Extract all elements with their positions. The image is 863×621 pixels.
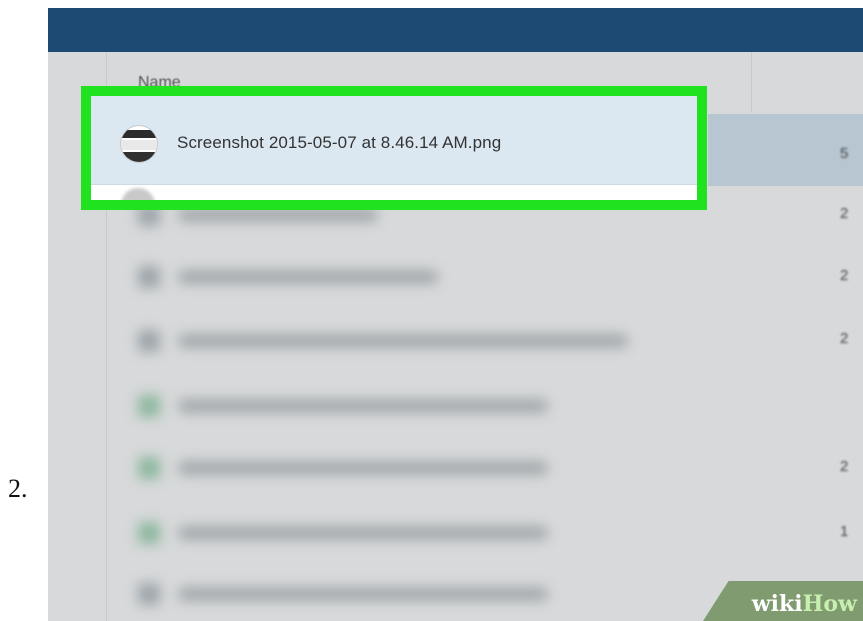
blurred-file-name [178,270,438,284]
blurred-file-name [178,399,548,413]
file-size-cell: 5 [840,145,849,162]
file-size-cell: 2 [840,330,849,347]
top-bar [48,8,863,52]
file-size-cell: 2 [840,267,849,284]
blurred-file-name [178,526,548,540]
blurred-file-name [178,461,548,475]
file-thumbnail-icon [121,188,155,200]
spreadsheet-icon [138,457,160,479]
blurred-file-name [178,334,628,348]
highlight-box: Screenshot 2015-05-07 at 8.46.14 AM.png [81,86,707,210]
table-row[interactable]: Screenshot 2015-05-07 at 8.46.14 AM.png [91,96,697,185]
wikihow-logo-text: wikiHow [751,591,857,617]
folder-icon [138,266,160,288]
blurred-file-name [178,587,548,601]
file-size-cell: 2 [840,458,849,475]
spreadsheet-icon [138,522,160,544]
folder-icon [138,330,160,352]
spreadsheet-icon [138,395,160,417]
wikihow-watermark: wikiHow [703,581,863,621]
blurred-file-name [178,208,378,222]
file-name[interactable]: Screenshot 2015-05-07 at 8.46.14 AM.png [177,133,501,153]
step-number: 2. [8,474,28,503]
image-thumbnail-icon [121,126,157,162]
column-divider [751,52,752,112]
file-size-cell: 1 [840,523,849,540]
file-size-cell: 2 [840,205,849,222]
file-icon [138,583,160,605]
